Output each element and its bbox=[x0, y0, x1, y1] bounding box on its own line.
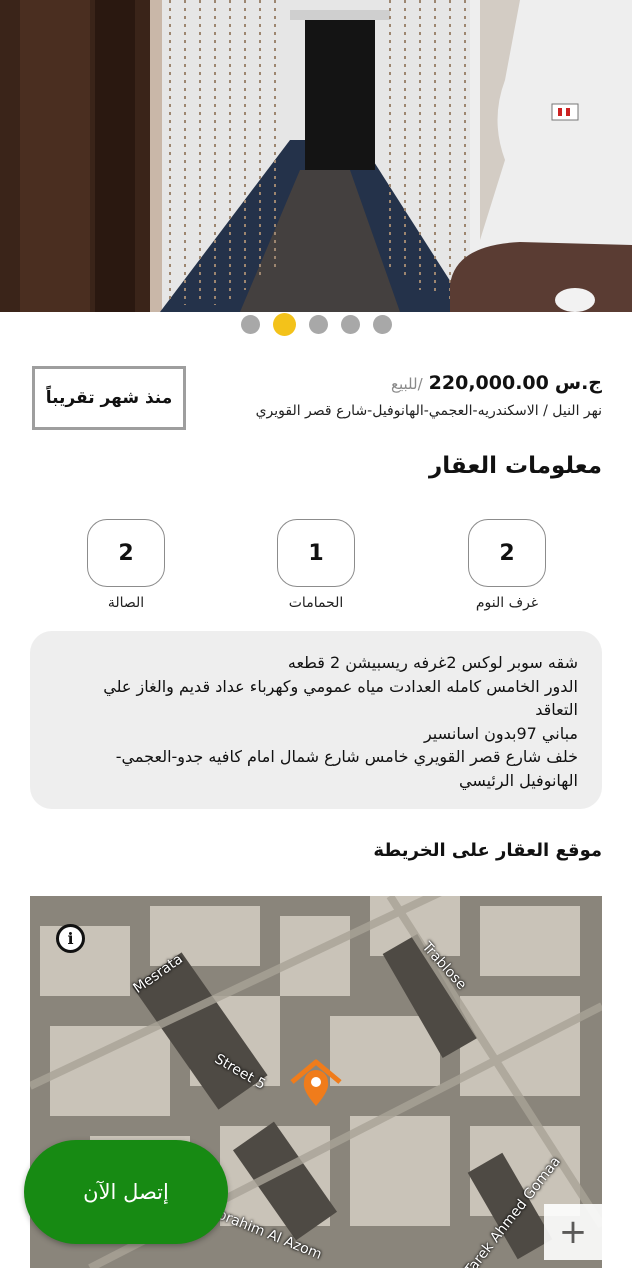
listing-type: /للبيع bbox=[391, 375, 423, 393]
stat-halls-value: 2 bbox=[87, 519, 165, 587]
gallery-dot[interactable] bbox=[308, 314, 328, 334]
stat-halls-label: الصالة bbox=[107, 595, 145, 611]
listing-age-badge: منذ شهر تقريباً bbox=[32, 366, 186, 430]
map-section-title: موقع العقار على الخريطة bbox=[373, 840, 602, 861]
gallery-pagination bbox=[0, 312, 632, 336]
property-photo[interactable] bbox=[0, 0, 632, 312]
price-currency: ج.س bbox=[554, 372, 602, 394]
stat-bathrooms-value: 1 bbox=[277, 519, 355, 587]
listing-address: نهر النيل / الاسكندريه-العجمي-الهانوفيل-… bbox=[255, 403, 602, 419]
price-line: ج.س 220,000.00 /للبيع bbox=[391, 372, 602, 394]
stat-bathrooms: 1 الحمامات bbox=[276, 519, 356, 611]
location-pin-icon bbox=[290, 1059, 342, 1106]
call-now-label: إتصل الآن bbox=[83, 1180, 169, 1204]
gallery-dot[interactable] bbox=[340, 314, 360, 334]
stat-bedrooms-value: 2 bbox=[468, 519, 546, 587]
property-description: شقه سوبر لوكس 2غرفه ريسبيشن 2 قطعه الدور… bbox=[30, 631, 602, 809]
property-photo-illustration bbox=[0, 0, 632, 312]
price-value: 220,000.00 bbox=[428, 372, 549, 394]
map-info-icon[interactable]: i bbox=[56, 924, 85, 953]
stat-bedrooms: 2 غرف النوم bbox=[467, 519, 547, 611]
stat-halls: 2 الصالة bbox=[86, 519, 166, 611]
stat-bathrooms-label: الحمامات bbox=[288, 595, 344, 611]
gallery-dot[interactable] bbox=[240, 314, 260, 334]
property-info-title: معلومات العقار bbox=[429, 453, 602, 479]
listing-age: منذ شهر تقريباً bbox=[45, 388, 173, 408]
gallery-dot[interactable] bbox=[372, 314, 392, 334]
map-zoom-in-button[interactable]: + bbox=[544, 1204, 602, 1260]
stat-bedrooms-label: غرف النوم bbox=[475, 595, 539, 611]
call-now-button[interactable]: إتصل الآن bbox=[24, 1140, 228, 1244]
gallery-dot-active[interactable] bbox=[272, 312, 296, 336]
